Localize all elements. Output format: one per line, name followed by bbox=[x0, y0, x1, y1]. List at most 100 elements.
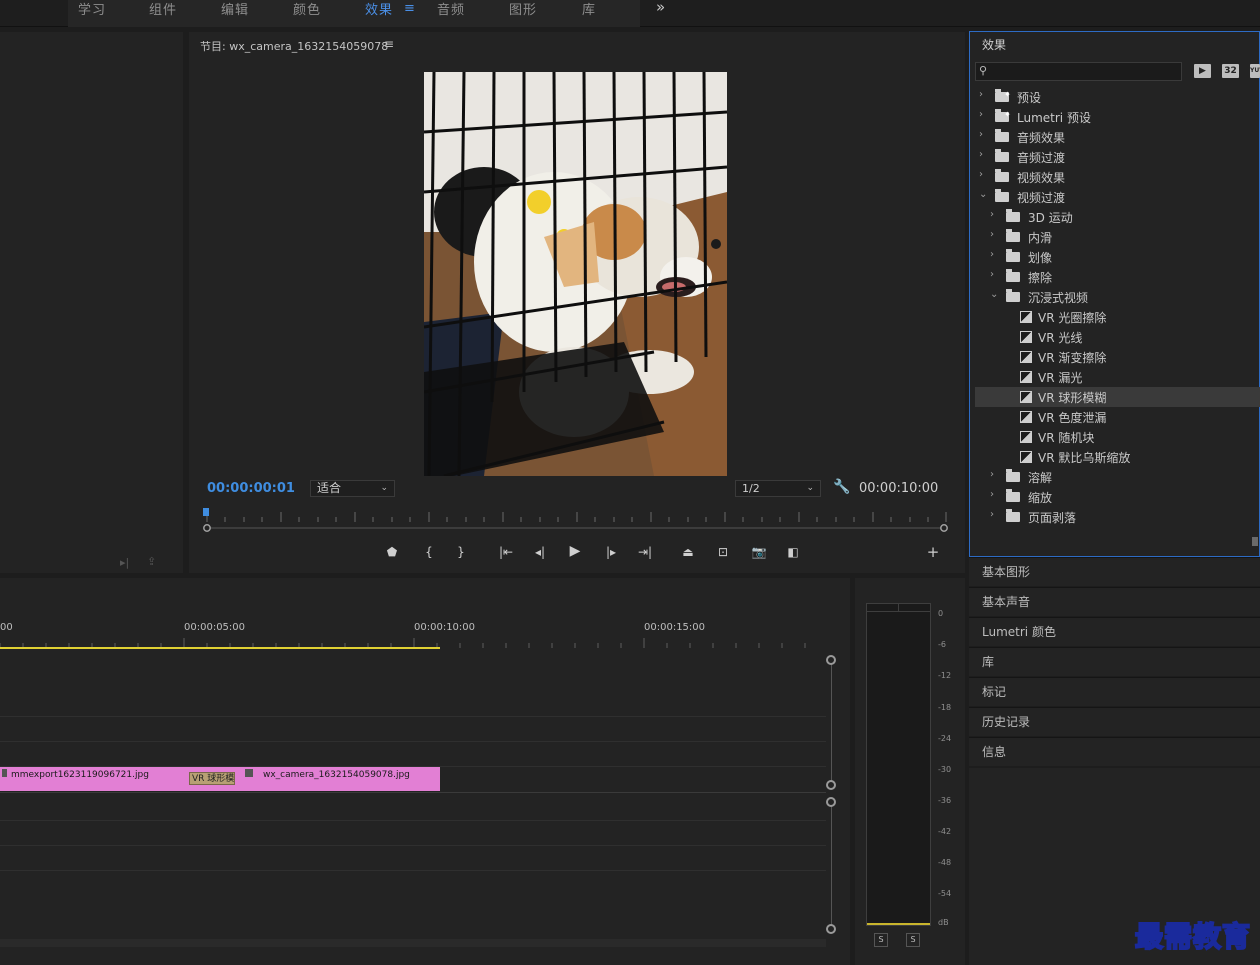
program-monitor-title[interactable]: 节目: wx_camera_1632154059078 bbox=[200, 38, 388, 54]
effects-tree-item[interactable]: VR 漏光 bbox=[975, 367, 1260, 387]
effects-tree-item[interactable]: ⌄ 视频过渡 bbox=[975, 187, 1260, 207]
step-back-icon[interactable]: ◂| bbox=[531, 545, 549, 559]
tab-libraries[interactable]: 库 bbox=[582, 0, 596, 18]
chevron-right-icon[interactable]: › bbox=[990, 229, 994, 240]
effects-tree-item[interactable]: › 溶解 bbox=[975, 467, 1260, 487]
chevron-right-icon[interactable]: › bbox=[990, 249, 994, 260]
new-bin-icon[interactable] bbox=[1252, 537, 1258, 546]
solo-button[interactable]: S bbox=[906, 933, 920, 947]
yuv-effects-button[interactable]: YUV bbox=[1250, 64, 1260, 78]
tab-learn[interactable]: 学习 bbox=[78, 0, 106, 18]
tab-effects-menu-icon[interactable]: ≡ bbox=[404, 1, 415, 16]
effects-tree-item[interactable]: › 页面剥落 bbox=[975, 507, 1260, 527]
scroll-handle[interactable] bbox=[826, 924, 836, 934]
side-panel-tab[interactable]: 历史记录 bbox=[969, 707, 1260, 736]
program-menu-icon[interactable]: ≡ bbox=[384, 37, 394, 51]
chevron-right-icon[interactable]: › bbox=[979, 109, 983, 120]
side-panel-tab[interactable]: 库 bbox=[969, 647, 1260, 676]
resolution-select[interactable]: 1/2 ⌄ bbox=[735, 480, 821, 497]
export-frame-icon[interactable]: 📷 bbox=[750, 545, 768, 559]
button-editor-icon[interactable]: + bbox=[924, 543, 942, 561]
tab-graphics[interactable]: 图形 bbox=[509, 0, 537, 18]
tab-color[interactable]: 颜色 bbox=[293, 0, 321, 18]
mark-out-icon[interactable]: } bbox=[452, 545, 470, 559]
go-to-in-icon[interactable]: |⇤ bbox=[497, 545, 515, 559]
accelerated-effects-icon[interactable]: ▶ bbox=[1194, 64, 1211, 78]
effects-tree-item[interactable]: › 音频效果 bbox=[975, 127, 1260, 147]
effects-tree-item[interactable]: VR 光圈擦除 bbox=[975, 307, 1260, 327]
tab-assembly[interactable]: 组件 bbox=[149, 0, 177, 18]
effects-tree-item[interactable]: › ✦ 预设 bbox=[975, 87, 1260, 107]
effects-tree-item[interactable]: VR 默比乌斯缩放 bbox=[975, 447, 1260, 467]
timeline-clip[interactable]: mmexport1623119096721.jpg bbox=[0, 767, 210, 791]
side-panel-tab[interactable]: 标记 bbox=[969, 677, 1260, 706]
lift-icon[interactable]: ⏏ bbox=[679, 545, 697, 559]
scroll-handle[interactable] bbox=[826, 655, 836, 665]
vscrollbar-video[interactable] bbox=[831, 660, 832, 785]
work-area-bar[interactable] bbox=[0, 647, 440, 649]
chevron-right-icon[interactable]: › bbox=[979, 169, 983, 180]
effects-tree-item[interactable]: VR 渐变擦除 bbox=[975, 347, 1260, 367]
side-panel-tab[interactable]: Lumetri 颜色 bbox=[969, 617, 1260, 646]
effects-tree-item[interactable]: › 缩放 bbox=[975, 487, 1260, 507]
timeline-clip[interactable]: wx_camera_1632154059078.jpg bbox=[210, 767, 440, 791]
chevron-right-icon[interactable]: › bbox=[990, 269, 994, 280]
side-panel-tab[interactable]: 信息 bbox=[969, 737, 1260, 766]
chevron-right-icon[interactable]: › bbox=[979, 129, 983, 140]
compare-view-icon[interactable]: ◧ bbox=[784, 545, 802, 559]
effects-tree-item[interactable]: › 音频过渡 bbox=[975, 147, 1260, 167]
chevron-down-icon[interactable]: ⌄ bbox=[990, 289, 998, 300]
fx-badge-icon bbox=[2, 769, 7, 777]
chevron-right-icon[interactable]: › bbox=[979, 149, 983, 160]
extract-icon[interactable]: ⊡ bbox=[714, 545, 732, 559]
side-panel-tab[interactable]: 基本声音 bbox=[969, 587, 1260, 616]
effects-tree-item[interactable]: › 擦除 bbox=[975, 267, 1260, 287]
32bit-effects-button[interactable]: 32 bbox=[1222, 64, 1239, 78]
track-divider bbox=[0, 792, 826, 793]
effects-tree-label: 擦除 bbox=[1028, 271, 1053, 285]
effects-tree-item[interactable]: › ✦ Lumetri 预设 bbox=[975, 107, 1260, 127]
effects-search-input[interactable] bbox=[975, 62, 1182, 81]
current-timecode[interactable]: 00:00:00:01 bbox=[207, 481, 295, 496]
video-preview[interactable] bbox=[424, 72, 727, 476]
effects-tree-item[interactable]: › 划像 bbox=[975, 247, 1260, 267]
zoom-scrollbar[interactable] bbox=[203, 524, 948, 532]
export-icon[interactable]: ⇪ bbox=[147, 555, 156, 568]
effects-tree-item[interactable]: ⌄ 沉浸式视频 bbox=[975, 287, 1260, 307]
effects-tree-item[interactable]: › 3D 运动 bbox=[975, 207, 1260, 227]
tab-effects[interactable]: 效果 bbox=[365, 0, 393, 18]
go-to-out-icon[interactable]: ⇥| bbox=[636, 545, 654, 559]
scroll-handle[interactable] bbox=[826, 780, 836, 790]
zoom-select[interactable]: 适合 ⌄ bbox=[310, 480, 395, 497]
effects-tree-item[interactable]: VR 随机块 bbox=[975, 427, 1260, 447]
vscrollbar-audio[interactable] bbox=[831, 802, 832, 930]
more-workspaces-icon[interactable]: » bbox=[656, 0, 665, 16]
step-forward-icon[interactable]: |▸ bbox=[602, 545, 620, 559]
effects-panel-title[interactable]: 效果 bbox=[982, 36, 1006, 53]
chevron-down-icon[interactable]: ⌄ bbox=[979, 189, 987, 200]
effects-tree-item[interactable]: VR 球形模糊 bbox=[975, 387, 1260, 407]
chevron-right-icon[interactable]: › bbox=[990, 489, 994, 500]
side-panel-tab[interactable]: 基本图形 bbox=[969, 557, 1260, 586]
effects-tree-item[interactable]: VR 色度泄漏 bbox=[975, 407, 1260, 427]
chevron-right-icon[interactable]: › bbox=[990, 469, 994, 480]
timeline-hscrollbar[interactable] bbox=[0, 939, 826, 947]
chevron-right-icon[interactable]: › bbox=[979, 89, 983, 100]
add-marker-icon[interactable]: ⬟ bbox=[383, 545, 401, 559]
tab-audio[interactable]: 音频 bbox=[437, 0, 465, 18]
wrench-icon[interactable]: 🔧 bbox=[833, 479, 850, 495]
transition-block[interactable]: VR 球形模 bbox=[189, 772, 235, 785]
scroll-handle[interactable] bbox=[826, 797, 836, 807]
insert-icon[interactable]: ▸| bbox=[120, 556, 129, 569]
tab-editing[interactable]: 编辑 bbox=[221, 0, 249, 18]
effects-tree-label: 视频过渡 bbox=[1017, 191, 1066, 205]
effects-tree-item[interactable]: › 内滑 bbox=[975, 227, 1260, 247]
effects-tree-item[interactable]: › 视频效果 bbox=[975, 167, 1260, 187]
play-icon[interactable]: ▶ bbox=[566, 543, 584, 559]
program-time-ruler[interactable] bbox=[203, 506, 948, 522]
effects-tree-item[interactable]: VR 光线 bbox=[975, 327, 1260, 347]
chevron-right-icon[interactable]: › bbox=[990, 209, 994, 220]
mark-in-icon[interactable]: { bbox=[420, 545, 438, 559]
chevron-right-icon[interactable]: › bbox=[990, 509, 994, 520]
solo-button[interactable]: S bbox=[874, 933, 888, 947]
